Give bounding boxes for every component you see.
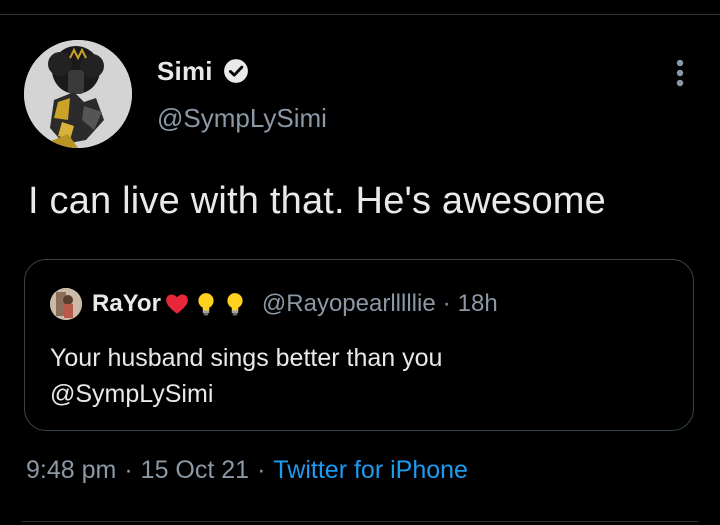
- meta-separator: ·: [124, 456, 133, 484]
- quoted-timestamp: 18h: [457, 290, 498, 317]
- meta-separator: ·: [257, 456, 266, 484]
- author-name-row: Simi: [157, 52, 249, 90]
- verified-badge-icon: [223, 59, 248, 83]
- quoted-tweet-card[interactable]: RaYor @Rayopearlllllie · 18h Your husban…: [24, 259, 694, 431]
- top-divider: [0, 14, 720, 15]
- author-handle[interactable]: @SympLySimi: [157, 103, 327, 134]
- author-avatar[interactable]: [24, 40, 132, 148]
- author-display-name[interactable]: Simi: [157, 56, 213, 87]
- red-heart-icon: [164, 291, 190, 317]
- tweet-source-link[interactable]: Twitter for iPhone: [273, 456, 468, 485]
- light-bulb-icon: [193, 291, 219, 317]
- tweet-text: I can live with that. He's awesome: [28, 180, 606, 222]
- tweet-time: 9:48 pm: [26, 456, 117, 484]
- light-bulb-icon: [222, 291, 248, 317]
- bottom-divider: [22, 521, 698, 522]
- more-vertical-icon[interactable]: [668, 55, 692, 91]
- quoted-author-handle: @Rayopearlllllie: [261, 290, 436, 317]
- quoted-tweet-header: RaYor @Rayopearlllllie · 18h: [50, 288, 498, 320]
- quoted-profile-photo-icon: [50, 288, 82, 320]
- tweet-date: 15 Oct 21: [140, 456, 250, 484]
- tweet-metadata: 9:48 pm · 15 Oct 21 · Twitter for iPhone: [26, 456, 468, 485]
- quoted-author-avatar: [50, 288, 82, 320]
- quoted-author-name: RaYor: [92, 290, 161, 317]
- quoted-mention: @SympLySimi: [50, 380, 214, 408]
- quoted-separator: ·: [442, 290, 451, 317]
- quoted-tweet-text: Your husband sings better than you @Symp…: [50, 340, 442, 412]
- profile-photo-icon: [24, 40, 132, 148]
- quoted-tweet-text-line: Your husband sings better than you: [50, 344, 443, 372]
